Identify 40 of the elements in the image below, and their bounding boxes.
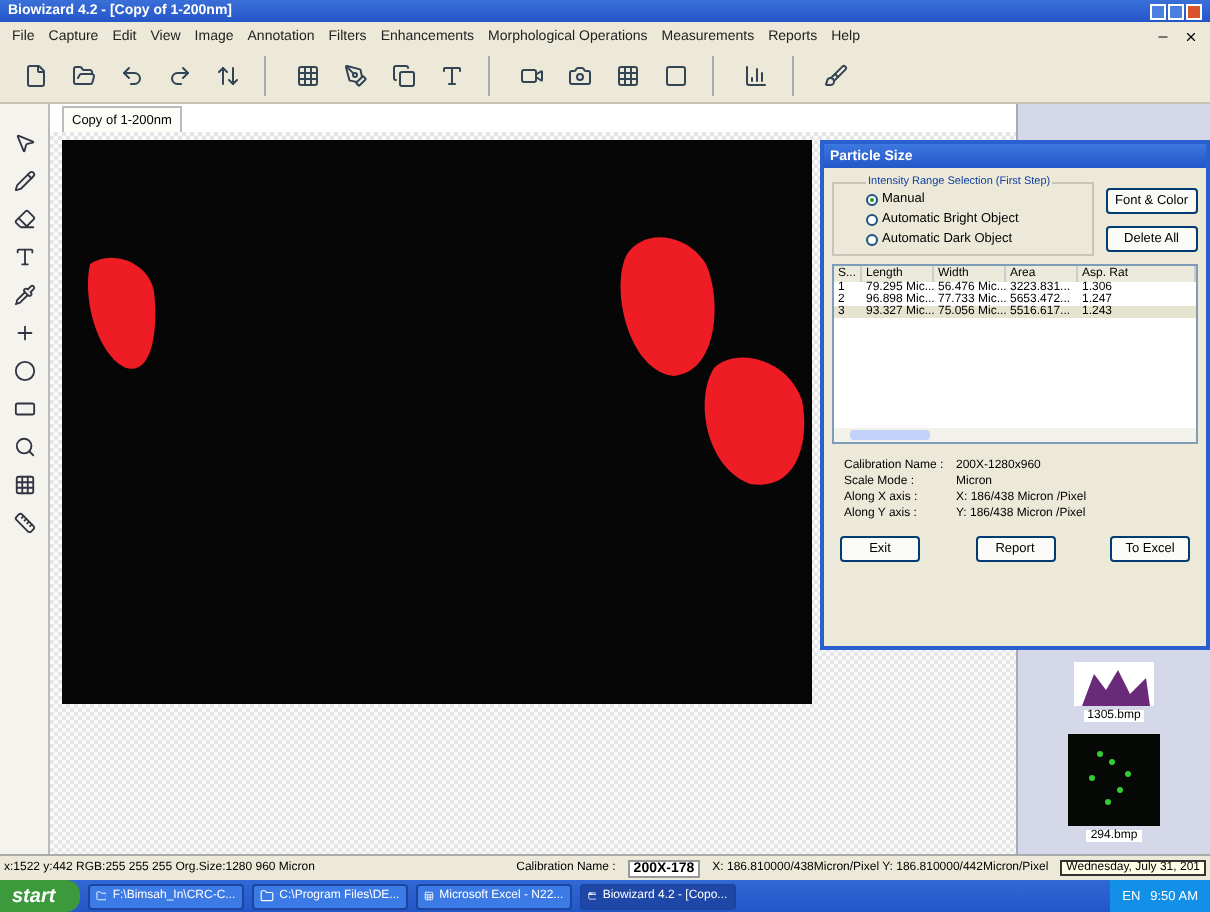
new-file-icon[interactable] — [24, 64, 48, 88]
video-icon[interactable] — [520, 64, 544, 88]
pencil-icon[interactable] — [13, 170, 35, 192]
ellipse-icon[interactable] — [13, 360, 35, 382]
close-button[interactable] — [1186, 3, 1202, 19]
ruler-icon[interactable] — [13, 512, 35, 534]
pen-icon[interactable] — [344, 64, 368, 88]
stain-thumbnail[interactable] — [1074, 662, 1154, 706]
brush-icon[interactable] — [824, 64, 848, 88]
folder-icon — [259, 888, 274, 904]
rectangle-icon[interactable] — [13, 398, 35, 420]
folder-icon — [95, 888, 107, 904]
spreadsheet-icon — [423, 888, 434, 904]
start-button[interactable]: start — [0, 880, 80, 912]
square-icon[interactable] — [664, 64, 688, 88]
copy-icon[interactable] — [392, 64, 416, 88]
undo-icon[interactable] — [120, 64, 144, 88]
radio-icon[interactable] — [866, 193, 878, 205]
maximize-button[interactable] — [1168, 3, 1184, 19]
window-icon — [587, 888, 597, 904]
plus-icon[interactable] — [13, 322, 35, 344]
camera-icon[interactable] — [568, 64, 592, 88]
redo-icon[interactable] — [168, 64, 192, 88]
bar-chart-icon[interactable] — [744, 64, 768, 88]
minimize-button[interactable] — [1150, 3, 1166, 19]
arrows-icon[interactable] — [216, 64, 240, 88]
folder-icon[interactable] — [72, 64, 96, 88]
grid-icon[interactable] — [296, 64, 320, 88]
eraser-icon[interactable] — [13, 208, 35, 230]
grid-icon[interactable] — [13, 474, 35, 496]
fluorescence-thumbnail[interactable] — [1068, 734, 1160, 826]
search-icon[interactable] — [13, 436, 35, 458]
close-icon[interactable] — [1184, 29, 1198, 43]
radio-icon[interactable] — [866, 233, 878, 245]
grid-icon[interactable] — [616, 64, 640, 88]
text-icon[interactable] — [13, 246, 35, 268]
pointer-icon[interactable] — [13, 132, 35, 154]
text-icon[interactable] — [440, 64, 464, 88]
pipette-icon[interactable] — [13, 284, 35, 306]
radio-icon[interactable] — [866, 213, 878, 225]
